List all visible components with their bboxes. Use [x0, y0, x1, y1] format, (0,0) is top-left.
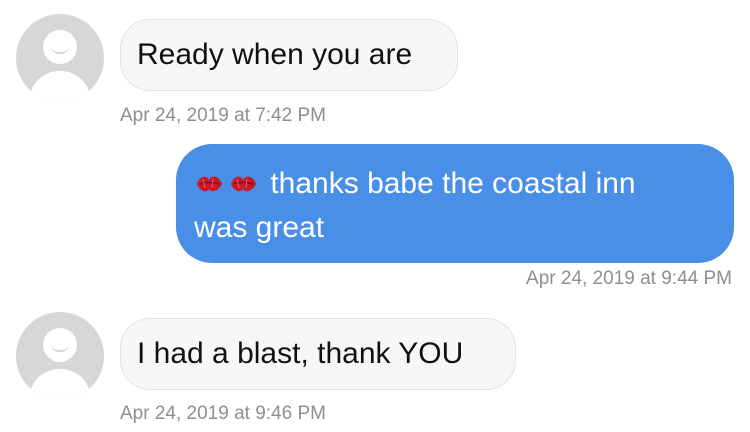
contact-avatar[interactable] [16, 14, 104, 102]
message-timestamp: Apr 24, 2019 at 9:44 PM [526, 268, 732, 289]
contact-avatar[interactable] [16, 312, 104, 400]
outgoing-message-bubble[interactable]: thanks babe the coastal inn was great [176, 144, 734, 263]
message-text-line-2: was great [194, 211, 325, 244]
kiss-mark-icon [231, 176, 256, 192]
incoming-message-bubble[interactable]: I had a blast, thank YOU [120, 318, 516, 390]
message-timestamp: Apr 24, 2019 at 9:46 PM [120, 403, 326, 424]
message-timestamp: Apr 24, 2019 at 7:42 PM [120, 105, 326, 126]
avatar-body-shape [30, 369, 90, 400]
message-text: thanks babe the coastal inn [270, 167, 636, 200]
message-text: Ready when you are [137, 38, 413, 71]
message-text-line-1: thanks babe the coastal inn [194, 162, 718, 206]
avatar-body-shape [30, 71, 90, 102]
kiss-mark-icon [197, 176, 222, 192]
incoming-message-bubble[interactable]: Ready when you are [120, 19, 458, 91]
message-text: I had a blast, thank YOU [137, 337, 464, 370]
